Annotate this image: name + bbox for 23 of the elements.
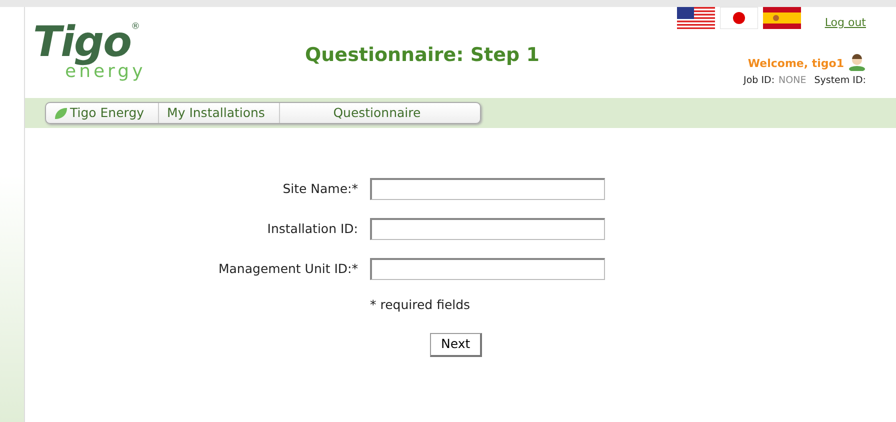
field-label: Site Name:* <box>282 180 359 198</box>
logo-wordmark: Tigo <box>33 17 131 66</box>
welcome-text: Welcome, tigo1 <box>748 56 844 72</box>
breadcrumb-link[interactable]: Questionnaire <box>280 103 480 123</box>
job-id-label: Job ID: <box>744 74 775 88</box>
input-field[interactable] <box>370 178 605 200</box>
job-id-value: NONE <box>778 74 806 88</box>
flag-icon[interactable] <box>676 7 715 29</box>
field-label: Management Unit ID:* <box>217 260 359 278</box>
flag-icon[interactable] <box>720 7 758 29</box>
leaf-icon <box>54 106 68 120</box>
registered-mark: ® <box>130 22 140 32</box>
input-field[interactable] <box>370 218 605 240</box>
required-note: * required fields <box>370 296 472 314</box>
field-label: Installation ID: <box>266 220 359 238</box>
breadcrumb-link[interactable]: My Installations <box>159 103 280 123</box>
page-title: Questionnaire: Step 1 <box>304 43 540 68</box>
logout-link[interactable]: Log out <box>824 15 866 32</box>
input-field[interactable] <box>370 258 605 280</box>
breadcrumb-link[interactable]: Tigo Energy <box>46 103 160 123</box>
user-avatar-icon <box>848 52 866 71</box>
next-button[interactable]: Next <box>430 332 482 356</box>
system-id-label: System ID: <box>814 74 866 88</box>
